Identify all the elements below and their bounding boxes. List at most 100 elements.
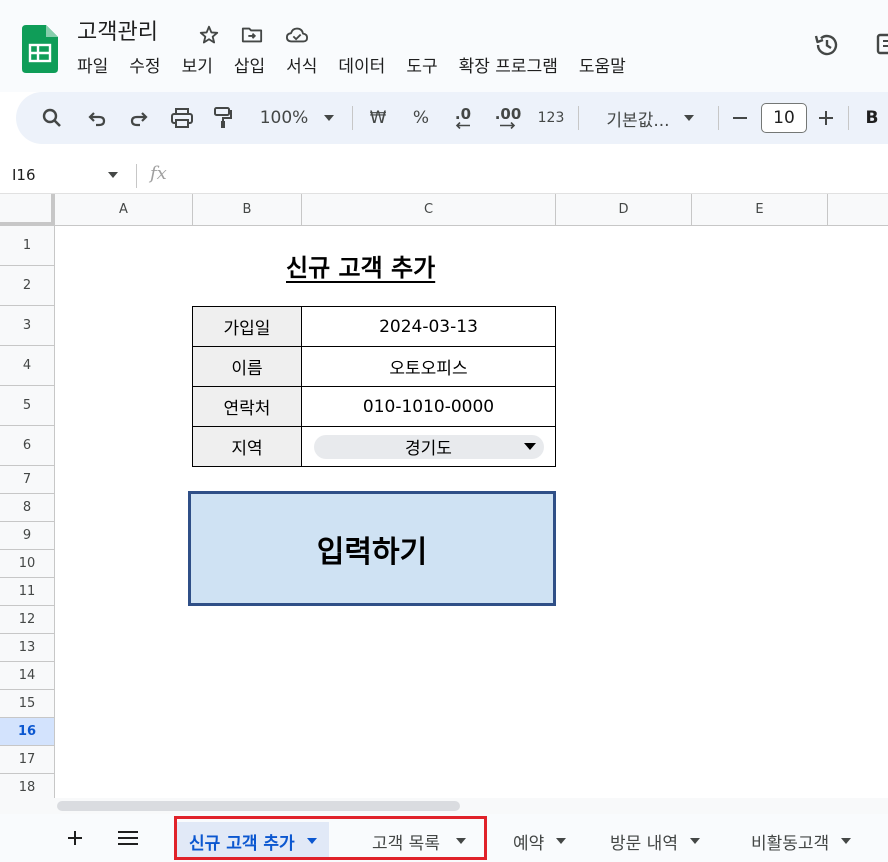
menu-format[interactable]: 서식 xyxy=(286,56,317,78)
field-label[interactable]: 이름 xyxy=(192,346,302,387)
sheet-tab-visit-history[interactable]: 방문 내역 xyxy=(610,822,700,860)
menu-data[interactable]: 데이터 xyxy=(338,56,385,78)
version-history-icon[interactable] xyxy=(812,30,842,60)
sheets-logo-icon[interactable] xyxy=(22,25,58,73)
row-header[interactable]: 8 xyxy=(0,494,55,522)
decrease-decimal-button[interactable]: .0 xyxy=(449,92,477,144)
chevron-down-icon xyxy=(689,838,700,844)
name-cell[interactable]: 오토오피스 xyxy=(301,346,556,387)
toolbar-divider xyxy=(352,106,353,130)
row-header[interactable]: 11 xyxy=(0,578,55,606)
region-dropdown[interactable]: 경기도 xyxy=(313,434,544,459)
arrow-left-icon xyxy=(455,122,470,129)
spreadsheet-grid[interactable]: A B C D E 1 2 3 4 5 6 7 8 9 10 11 12 13 … xyxy=(0,194,888,802)
row-header[interactable]: 5 xyxy=(0,386,55,426)
sheet-tab-inactive-customers[interactable]: 비활동고객 xyxy=(751,822,852,860)
formula-divider xyxy=(136,164,137,188)
print-button[interactable] xyxy=(168,92,196,144)
bold-button[interactable]: B xyxy=(860,92,884,144)
chevron-down-icon xyxy=(841,838,852,844)
form-row-contact: 연락처 010-1010-0000 xyxy=(192,386,556,427)
menu-tools[interactable]: 도구 xyxy=(406,56,437,78)
column-header-a[interactable]: A xyxy=(55,194,193,226)
increase-font-size-button[interactable] xyxy=(814,92,838,144)
field-label[interactable]: 가입일 xyxy=(192,306,302,347)
sheet-tab-reservation[interactable]: 예약 xyxy=(513,822,567,860)
font-family-dropdown[interactable]: 기본값... xyxy=(592,92,708,144)
region-cell[interactable]: 경기도 xyxy=(301,426,556,467)
column-header-b[interactable]: B xyxy=(193,194,302,226)
zoom-dropdown[interactable]: 100% xyxy=(252,92,342,144)
horizontal-scrollbar[interactable] xyxy=(0,798,888,814)
field-label[interactable]: 연락처 xyxy=(192,386,302,427)
document-title[interactable]: 고객관리 xyxy=(77,14,158,46)
row-header[interactable]: 1 xyxy=(0,226,55,266)
chevron-down-icon xyxy=(556,838,567,844)
chevron-down-icon xyxy=(324,115,335,121)
row-header[interactable]: 7 xyxy=(0,466,55,494)
chevron-down-icon[interactable] xyxy=(108,172,118,178)
cloud-saved-icon[interactable] xyxy=(284,24,310,46)
currency-format-button[interactable]: ₩ xyxy=(364,92,392,144)
chevron-down-icon xyxy=(523,442,536,450)
decrease-font-size-button[interactable] xyxy=(728,92,752,144)
menu-file[interactable]: 파일 xyxy=(77,56,108,78)
redo-button[interactable] xyxy=(126,92,152,144)
row-header[interactable]: 6 xyxy=(0,426,55,466)
menu-edit[interactable]: 수정 xyxy=(129,56,160,78)
field-label[interactable]: 지역 xyxy=(192,426,302,467)
redo-icon xyxy=(130,112,148,127)
currency-label: ₩ xyxy=(369,108,387,128)
row-header[interactable]: 15 xyxy=(0,690,55,718)
contact-cell[interactable]: 010-1010-0000 xyxy=(301,386,556,427)
move-to-folder-icon[interactable] xyxy=(241,24,263,46)
column-header-c[interactable]: C xyxy=(302,194,556,226)
row-header[interactable]: 14 xyxy=(0,662,55,690)
row-header[interactable]: 17 xyxy=(0,746,55,774)
scrollbar-thumb[interactable] xyxy=(57,801,460,811)
decrease-decimal-label: .0 xyxy=(454,105,472,123)
star-icon[interactable] xyxy=(198,24,220,46)
comments-icon[interactable] xyxy=(874,30,888,60)
row-header-active[interactable]: 16 xyxy=(0,718,55,746)
font-size-input[interactable]: 10 xyxy=(761,103,807,133)
row-header[interactable]: 13 xyxy=(0,634,55,662)
menu-extensions[interactable]: 확장 프로그램 xyxy=(459,56,558,78)
percent-format-button[interactable]: % xyxy=(408,92,434,144)
print-icon xyxy=(171,108,193,128)
row-header[interactable]: 9 xyxy=(0,522,55,550)
undo-icon xyxy=(88,112,106,127)
name-box[interactable]: I16 xyxy=(12,166,36,184)
increase-decimal-button[interactable]: .00 xyxy=(492,92,524,144)
increase-decimal-label: .00 xyxy=(494,105,522,123)
percent-label: % xyxy=(412,108,430,128)
form-title: 신규 고객 추가 xyxy=(286,254,436,282)
tab-highlight-annotation xyxy=(174,816,487,860)
undo-button[interactable] xyxy=(84,92,110,144)
menu-view[interactable]: 보기 xyxy=(182,56,213,78)
menu-insert[interactable]: 삽입 xyxy=(234,56,265,78)
row-header[interactable]: 2 xyxy=(0,266,55,306)
column-header-d[interactable]: D xyxy=(556,194,692,226)
search-menus-button[interactable] xyxy=(38,92,66,144)
select-all-corner[interactable] xyxy=(0,194,55,226)
menu-help[interactable]: 도움말 xyxy=(579,56,626,78)
add-sheet-button[interactable] xyxy=(62,814,88,862)
submit-button[interactable]: 입력하기 xyxy=(188,491,556,606)
row-header[interactable]: 12 xyxy=(0,606,55,634)
paint-format-button[interactable] xyxy=(210,92,236,144)
row-header[interactable]: 10 xyxy=(0,550,55,578)
plus-icon xyxy=(68,831,82,845)
all-sheets-button[interactable] xyxy=(115,814,141,862)
column-header-e[interactable]: E xyxy=(692,194,828,226)
join-date-cell[interactable]: 2024-03-13 xyxy=(301,306,556,347)
number-format-label: 123 xyxy=(537,110,565,126)
number-format-button[interactable]: 123 xyxy=(535,92,567,144)
arrow-right-icon xyxy=(500,122,516,129)
row-header[interactable]: 3 xyxy=(0,306,55,346)
paint-format-icon xyxy=(214,107,232,128)
sheet-tab-label: 방문 내역 xyxy=(610,833,678,854)
row-header[interactable]: 4 xyxy=(0,346,55,386)
menu-bar: 파일 수정 보기 삽입 서식 데이터 도구 확장 프로그램 도움말 xyxy=(77,56,647,78)
column-header-f[interactable] xyxy=(828,194,888,226)
